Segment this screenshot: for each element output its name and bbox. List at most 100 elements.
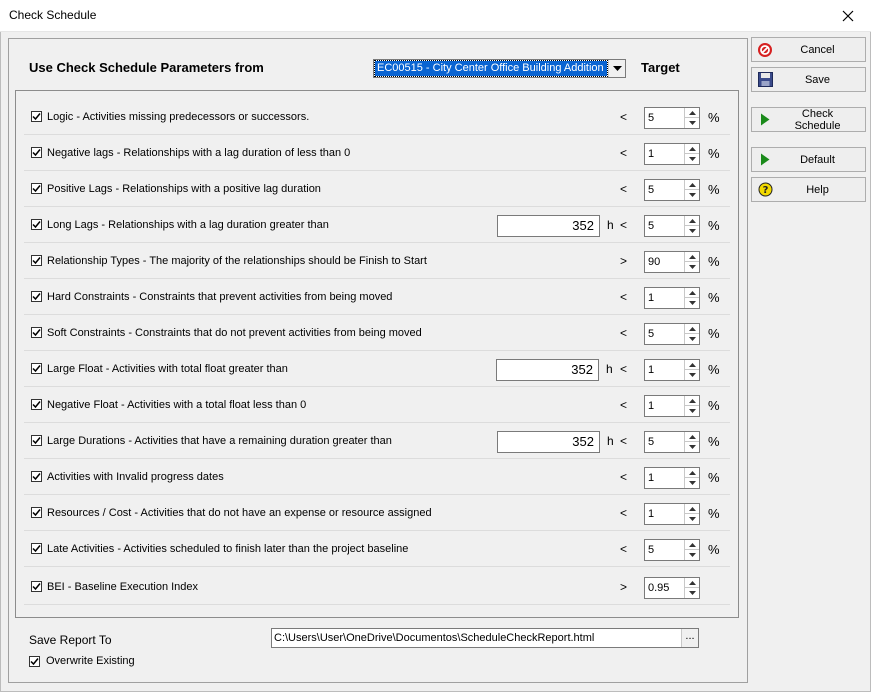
spin-up-icon[interactable] [685, 396, 699, 406]
threshold-unit: h [606, 362, 613, 376]
spin-down-icon[interactable] [685, 442, 699, 452]
row-label: Large Float - Activities with total floa… [47, 363, 288, 375]
row-label: Negative lags - Relationships with a lag… [47, 147, 351, 159]
spin-down-icon[interactable] [685, 298, 699, 308]
checkbox-logic[interactable] [31, 111, 42, 122]
row-operator: < [620, 218, 628, 232]
spin-down-icon[interactable] [685, 154, 699, 164]
checkbox-resources-cost[interactable] [31, 507, 42, 518]
target-value: 5 [648, 184, 655, 196]
target-stepper[interactable]: 5 [644, 539, 700, 561]
target-stepper[interactable]: 5 [644, 431, 700, 453]
target-stepper[interactable]: 5 [644, 323, 700, 345]
spin-up-icon[interactable] [685, 504, 699, 514]
target-stepper[interactable]: 1 [644, 143, 700, 165]
spin-up-icon[interactable] [685, 432, 699, 442]
project-dropdown-value: EC00515 - City Center Office Building Ad… [374, 60, 608, 77]
spin-up-icon[interactable] [685, 108, 699, 118]
target-stepper[interactable]: 1 [644, 359, 700, 381]
spin-down-icon[interactable] [685, 514, 699, 524]
threshold-input[interactable]: 352 [496, 359, 599, 381]
threshold-input[interactable]: 352 [497, 431, 600, 453]
checkbox-negative-lags[interactable] [31, 147, 42, 158]
row-label: Soft Constraints - Constraints that do n… [47, 327, 422, 339]
row-operator: < [620, 542, 628, 556]
check-row-invalid-progress: Activities with Invalid progress dates <… [16, 459, 738, 495]
check-row-negative-float: Negative Float - Activities with a total… [16, 387, 738, 423]
spin-down-icon[interactable] [685, 370, 699, 380]
spin-up-icon[interactable] [685, 252, 699, 262]
target-value: 5 [648, 436, 655, 448]
threshold-unit: h [607, 218, 614, 232]
check-row-hard-constraints: Hard Constraints - Constraints that prev… [16, 279, 738, 315]
browse-button[interactable]: ... [681, 629, 698, 647]
spin-up-icon[interactable] [685, 288, 699, 298]
spin-up-icon[interactable] [685, 468, 699, 478]
spin-down-icon[interactable] [685, 262, 699, 272]
checkbox-invalid-progress[interactable] [31, 471, 42, 482]
checkbox-soft-constraints[interactable] [31, 327, 42, 338]
spin-down-icon[interactable] [685, 118, 699, 128]
check-row-negative-lags: Negative lags - Relationships with a lag… [16, 135, 738, 171]
check-schedule-button[interactable]: Check Schedule [751, 107, 866, 132]
target-stepper[interactable]: 1 [644, 287, 700, 309]
target-unit: % [708, 146, 720, 161]
spin-down-icon[interactable] [685, 406, 699, 416]
target-stepper[interactable]: 5 [644, 215, 700, 237]
checkbox-late-activities[interactable] [31, 543, 42, 554]
spin-up-icon[interactable] [685, 360, 699, 370]
target-value: 5 [648, 328, 655, 340]
target-stepper[interactable]: 5 [644, 179, 700, 201]
spin-down-icon[interactable] [685, 588, 699, 598]
check-schedule-label: Check Schedule [794, 107, 841, 132]
report-path-input[interactable]: C:\Users\User\OneDrive\Documentos\Schedu… [271, 628, 699, 648]
window-title: Check Schedule [9, 8, 97, 22]
spin-down-icon[interactable] [685, 190, 699, 200]
checkbox-positive-lags[interactable] [31, 183, 42, 194]
row-label: Resources / Cost - Activities that do no… [47, 507, 432, 519]
checkbox-negative-float[interactable] [31, 399, 42, 410]
check-row-long-lags: Long Lags - Relationships with a lag dur… [16, 207, 738, 243]
target-stepper[interactable]: 90 [644, 251, 700, 273]
title-bar: Check Schedule [0, 0, 871, 32]
spin-up-icon[interactable] [685, 216, 699, 226]
spin-down-icon[interactable] [685, 550, 699, 560]
target-value: 1 [648, 472, 655, 484]
spin-up-icon[interactable] [685, 180, 699, 190]
row-operator: < [620, 146, 628, 160]
check-row-logic: Logic - Activities missing predecessors … [16, 99, 738, 135]
target-stepper[interactable]: 5 [644, 107, 700, 129]
default-button[interactable]: Default [751, 147, 866, 172]
target-value: 5 [648, 220, 655, 232]
help-button[interactable]: ? Help [751, 177, 866, 202]
chevron-down-icon[interactable] [608, 60, 625, 77]
target-stepper[interactable]: 1 [644, 503, 700, 525]
checkbox-hard-constraints[interactable] [31, 291, 42, 302]
checkbox-large-float[interactable] [31, 363, 42, 374]
save-button[interactable]: Save [751, 67, 866, 92]
checkbox-large-durations[interactable] [31, 435, 42, 446]
spin-up-icon[interactable] [685, 578, 699, 588]
checkbox-relationship-types[interactable] [31, 255, 42, 266]
spin-up-icon[interactable] [685, 540, 699, 550]
check-row-late-activities: Late Activities - Activities scheduled t… [16, 531, 738, 567]
target-stepper[interactable]: 1 [644, 395, 700, 417]
spin-down-icon[interactable] [685, 226, 699, 236]
threshold-input[interactable]: 352 [497, 215, 600, 237]
target-stepper[interactable]: 0.95 [644, 577, 700, 599]
target-stepper[interactable]: 1 [644, 467, 700, 489]
row-label: Activities with Invalid progress dates [47, 471, 224, 483]
spin-up-icon[interactable] [685, 144, 699, 154]
row-divider [24, 604, 730, 605]
spin-down-icon[interactable] [685, 478, 699, 488]
spin-down-icon[interactable] [685, 334, 699, 344]
checkbox-long-lags[interactable] [31, 219, 42, 230]
project-dropdown[interactable]: EC00515 - City Center Office Building Ad… [373, 59, 626, 78]
row-label: Logic - Activities missing predecessors … [47, 111, 310, 123]
checkbox-bei[interactable] [31, 581, 42, 592]
close-icon[interactable] [825, 0, 871, 32]
overwrite-checkbox[interactable] [29, 656, 40, 667]
target-unit: % [708, 290, 720, 305]
cancel-button[interactable]: Cancel [751, 37, 866, 62]
spin-up-icon[interactable] [685, 324, 699, 334]
